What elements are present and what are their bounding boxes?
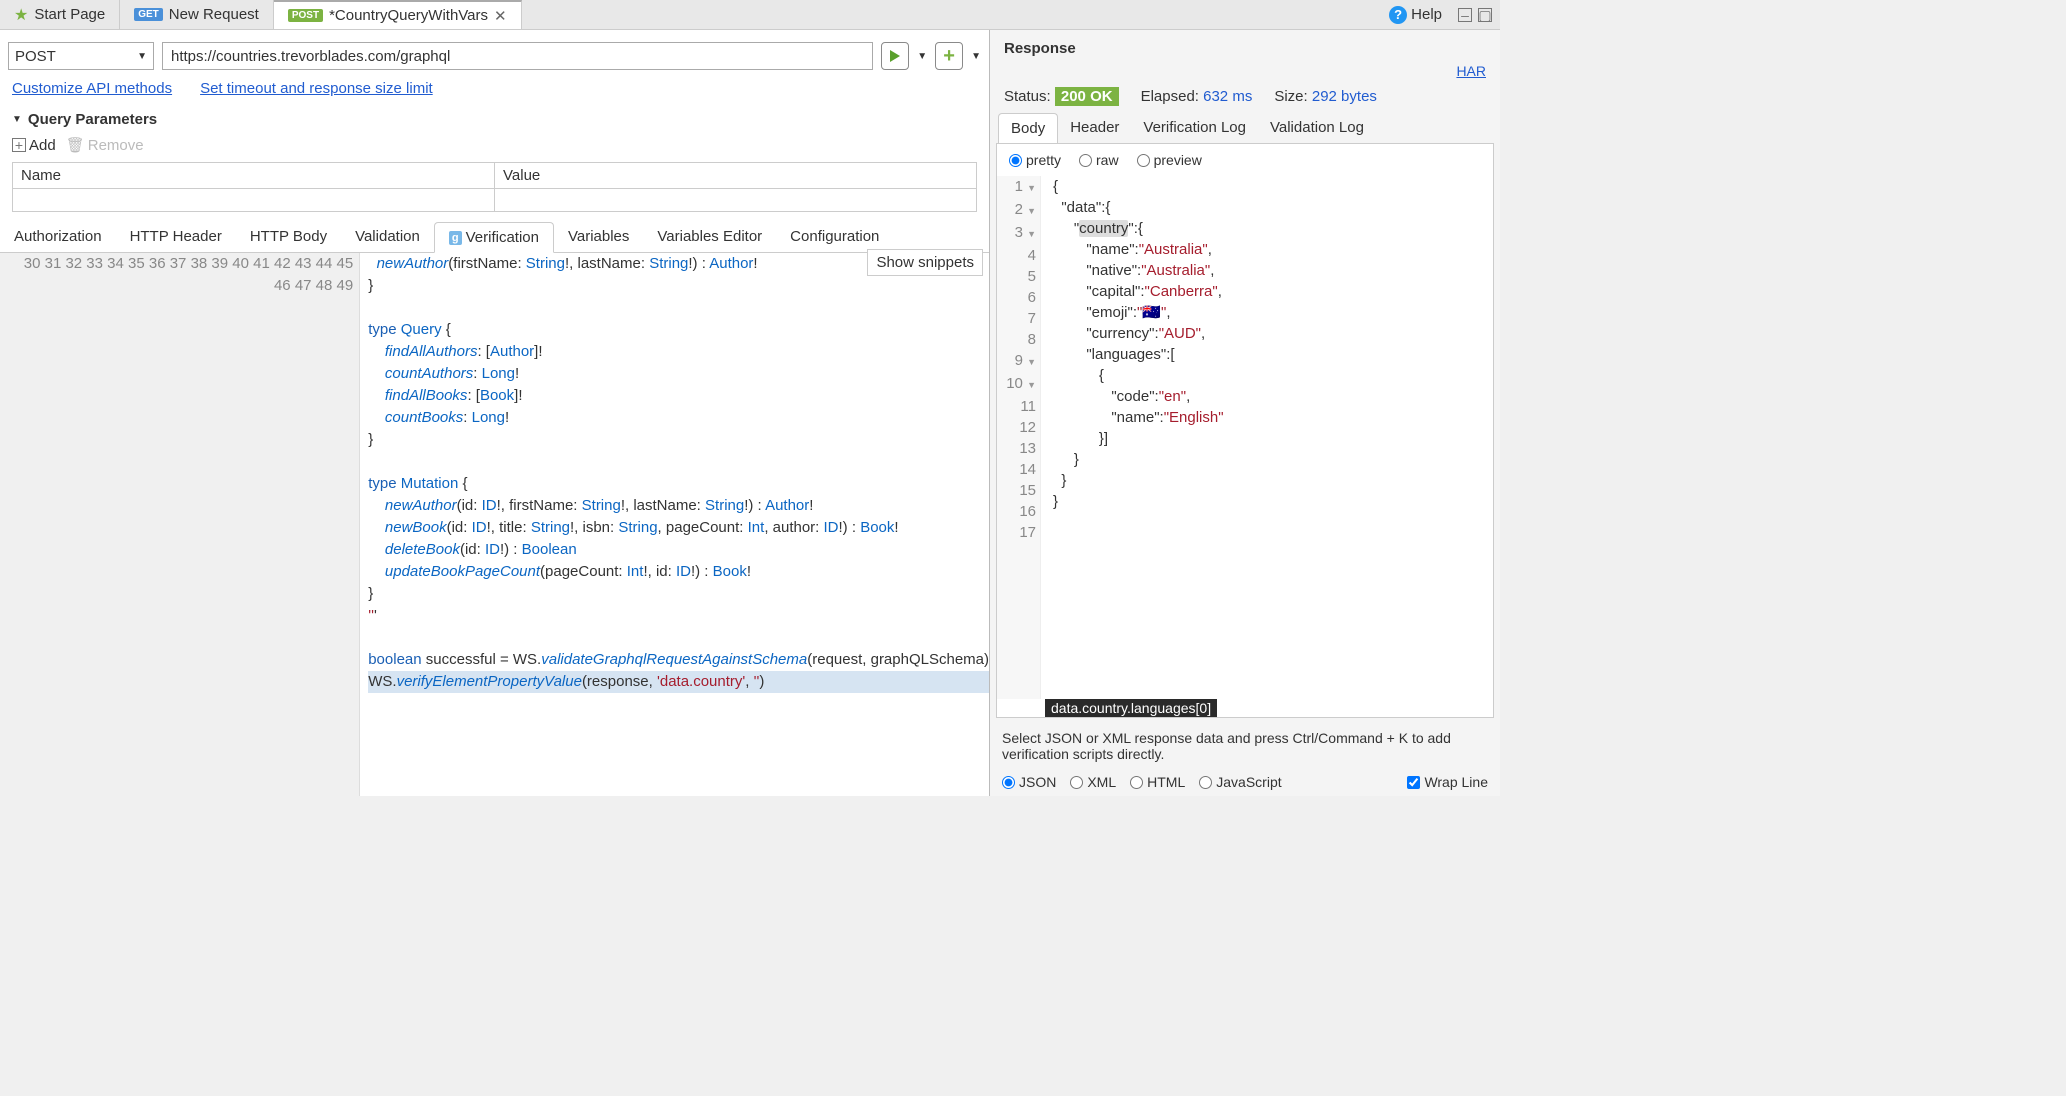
- hint-text: Select JSON or XML response data and pre…: [990, 724, 1500, 768]
- add-param-button[interactable]: +Add: [12, 137, 56, 154]
- minimize-icon[interactable]: –: [1458, 8, 1472, 22]
- size-label: Size:: [1274, 88, 1307, 105]
- set-timeout-link[interactable]: Set timeout and response size limit: [200, 80, 433, 97]
- trash-icon: 🗑: [66, 136, 85, 154]
- customize-api-link[interactable]: Customize API methods: [12, 80, 172, 97]
- line-gutter: 30 31 32 33 34 35 36 37 38 39 40 41 42 4…: [0, 253, 360, 796]
- chevron-down-icon[interactable]: ▼: [917, 51, 927, 62]
- tab-verification[interactable]: gVerification: [434, 222, 554, 253]
- section-title: Query Parameters: [28, 111, 157, 128]
- url-value: https://countries.trevorblades.com/graph…: [171, 48, 450, 65]
- col-value: Value: [495, 163, 976, 188]
- maximize-icon[interactable]: ▢: [1478, 8, 1492, 22]
- tab-label: Start Page: [34, 6, 105, 23]
- get-badge-icon: GET: [134, 8, 163, 21]
- post-badge-icon: POST: [288, 9, 323, 22]
- params-table: Name Value: [12, 162, 977, 212]
- resp-tab-validation-log[interactable]: Validation Log: [1258, 113, 1376, 143]
- help-label: Help: [1411, 6, 1442, 23]
- code-editor[interactable]: 30 31 32 33 34 35 36 37 38 39 40 41 42 4…: [0, 253, 989, 796]
- lang-json[interactable]: JSON: [1002, 774, 1056, 790]
- tab-country-query[interactable]: POST *CountryQueryWithVars ✕: [274, 0, 522, 29]
- chevron-down-icon[interactable]: ▼: [971, 51, 981, 62]
- tab-start-page[interactable]: ★ Start Page: [0, 0, 120, 29]
- lang-html[interactable]: HTML: [1130, 774, 1185, 790]
- help-icon: ?: [1389, 6, 1407, 24]
- lang-javascript[interactable]: JavaScript: [1199, 774, 1281, 790]
- resp-tab-verification-log[interactable]: Verification Log: [1131, 113, 1258, 143]
- tab-http-header[interactable]: HTTP Header: [116, 222, 236, 252]
- remove-param-button[interactable]: 🗑Remove: [66, 136, 144, 154]
- fmt-pretty[interactable]: pretty: [1009, 152, 1061, 168]
- tab-new-request[interactable]: GET New Request: [120, 0, 274, 29]
- tab-configuration[interactable]: Configuration: [776, 222, 893, 252]
- elapsed-label: Elapsed:: [1141, 88, 1199, 105]
- tab-validation[interactable]: Validation: [341, 222, 434, 252]
- url-input[interactable]: https://countries.trevorblades.com/graph…: [162, 42, 873, 70]
- add-button[interactable]: +: [935, 42, 963, 70]
- status-label: Status:: [1004, 88, 1051, 105]
- fmt-preview[interactable]: preview: [1137, 152, 1202, 168]
- har-link[interactable]: HAR: [1456, 63, 1486, 79]
- close-icon[interactable]: ✕: [494, 7, 507, 25]
- lang-xml[interactable]: XML: [1070, 774, 1116, 790]
- help-button[interactable]: ? Help: [1381, 0, 1450, 29]
- wrap-line-checkbox[interactable]: Wrap Line: [1407, 774, 1488, 790]
- tab-authorization[interactable]: Authorization: [0, 222, 116, 252]
- show-snippets-button[interactable]: Show snippets: [867, 249, 983, 276]
- tab-variables[interactable]: Variables: [554, 222, 643, 252]
- status-badge: 200 OK: [1055, 87, 1119, 106]
- method-value: POST: [15, 48, 56, 65]
- resp-tab-body[interactable]: Body: [998, 113, 1058, 143]
- editor-tabs: ★ Start Page GET New Request POST *Count…: [0, 0, 1500, 30]
- chevron-down-icon[interactable]: ▼: [12, 114, 22, 125]
- fmt-raw[interactable]: raw: [1079, 152, 1119, 168]
- run-button[interactable]: [881, 42, 909, 70]
- star-icon: ★: [14, 5, 28, 25]
- tab-http-body[interactable]: HTTP Body: [236, 222, 341, 252]
- table-row[interactable]: [13, 189, 976, 211]
- elapsed-value: 632 ms: [1203, 88, 1252, 105]
- tab-label: New Request: [169, 6, 259, 23]
- http-method-select[interactable]: POST ▼: [8, 42, 154, 70]
- resp-tab-header[interactable]: Header: [1058, 113, 1131, 143]
- json-response-view[interactable]: 1 ▼2 ▼3 ▼456789 ▼10 ▼11121314151617 { "d…: [997, 176, 1493, 699]
- plus-icon: +: [12, 138, 26, 152]
- size-value: 292 bytes: [1312, 88, 1377, 105]
- col-name: Name: [13, 163, 495, 188]
- script-icon: g: [449, 231, 462, 245]
- tab-label: *CountryQueryWithVars: [329, 7, 488, 24]
- chevron-down-icon: ▼: [137, 51, 147, 62]
- tab-variables-editor[interactable]: Variables Editor: [643, 222, 776, 252]
- play-icon: [890, 50, 900, 62]
- json-path-badge: data.country.languages[0]: [1045, 699, 1217, 717]
- response-title: Response: [990, 30, 1500, 63]
